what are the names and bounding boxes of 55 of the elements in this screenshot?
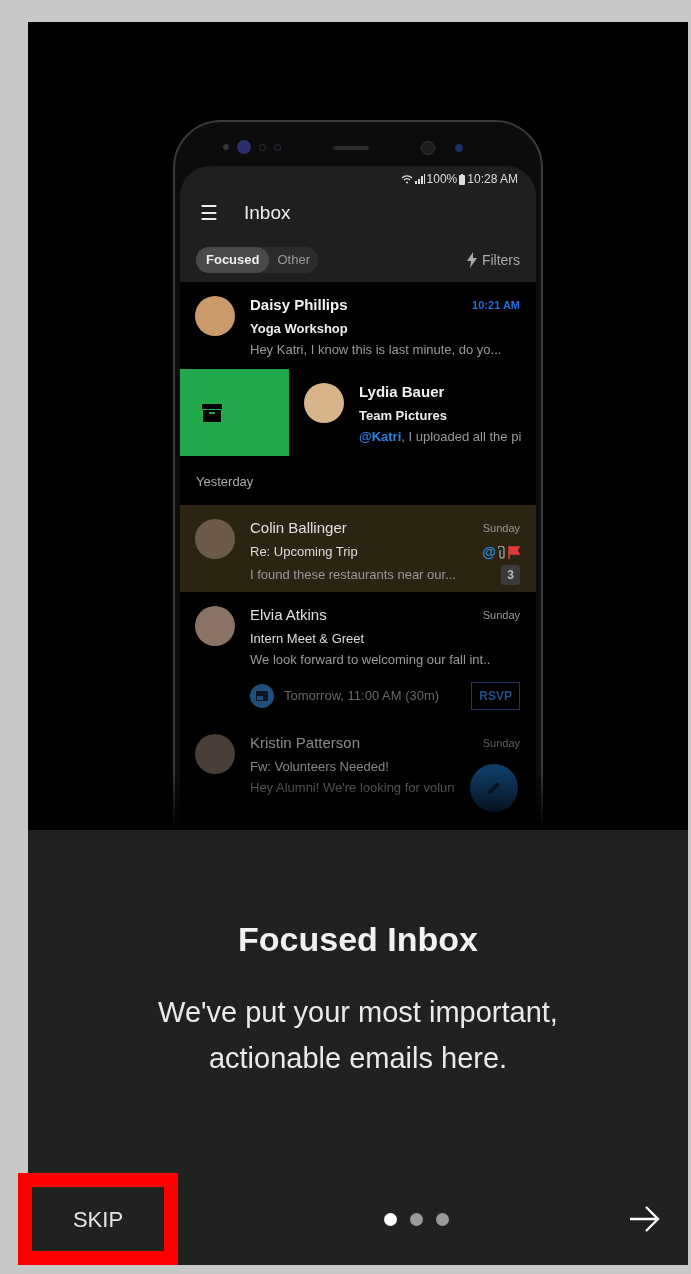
mail-subject: Intern Meet & Greet — [250, 629, 365, 648]
tab[interactable]: Other — [269, 247, 318, 273]
mail-subject: Fw: Volunteers Needed! — [250, 757, 389, 776]
avatar — [195, 606, 235, 646]
event-time: Tomorrow, 11:00 AM (30m) — [284, 686, 440, 705]
mail-preview: @Katri, I uploaded all the pi — [359, 428, 522, 446]
archive-action[interactable] — [180, 369, 289, 456]
mail-row[interactable]: Lydia Bauer Team Pictures @Katri, I uploaded all the pi — [180, 369, 536, 459]
archive-icon — [202, 403, 222, 422]
signal-icon — [414, 174, 425, 184]
sender-name: Colin Ballinger — [250, 518, 347, 538]
sender-name: Daisy Phillips — [250, 295, 348, 315]
onboarding-description: We've put your most important, actionable emails here. — [157, 995, 559, 1076]
onboarding-title: Focused Inbox — [238, 919, 478, 960]
mail-time: 10:21 AM — [472, 298, 520, 313]
camera-icon — [421, 141, 435, 155]
wifi-icon — [400, 174, 413, 184]
calendar-icon — [250, 683, 274, 708]
sensor-icon — [223, 144, 229, 150]
mail-preview: We look forward to welcoming our fall int.. — [250, 651, 491, 669]
mail-preview: Hey Katri, I know this is last minute, do yo... — [250, 341, 502, 359]
mail-subject: Re: Upcoming Trip — [250, 543, 358, 562]
pencil-icon — [486, 780, 502, 796]
mention-icon: @ — [482, 541, 496, 563]
mail-row[interactable]: Daisy Phillips 10:21 AM Yoga Workshop Hey Katri, I know this is last minute, do yo... — [180, 282, 536, 369]
sender-name: Kristin Patterson — [250, 733, 361, 753]
camera-icon — [237, 140, 251, 154]
speaker-grille — [333, 146, 369, 150]
thread-count: 3 — [501, 564, 520, 585]
tab[interactable]: Focused — [196, 247, 270, 273]
mail-preview: I found these restaurants near our... — [250, 565, 456, 584]
mail-subject: Team Pictures — [359, 406, 447, 425]
filters-button[interactable]: Filters — [466, 249, 520, 271]
mail-row[interactable]: Colin Ballinger Sunday Re: Upcoming Trip @ I found these restaurants near our... 3 — [180, 505, 536, 592]
mail-row[interactable]: Kristin Patterson Sunday Fw: Volunteers Needed! Hey Alumni! We're looking for volun — [180, 720, 536, 807]
menu-icon[interactable]: ☰ — [200, 203, 218, 223]
mail-subject: Yoga Workshop — [250, 319, 348, 338]
inbox-title: Inbox — [244, 200, 291, 225]
mail-time: Sunday — [482, 521, 520, 536]
mail-row[interactable]: Elvia Atkins Sunday Intern Meet & Greet We look forward to welcoming our fall int.. Tomorrow, 11:00 AM (30m) RSVP — [180, 592, 536, 720]
status-time: 10:28 AM — [467, 171, 518, 188]
avatar — [304, 383, 344, 423]
battery-icon — [459, 173, 466, 185]
mail-time: Sunday — [482, 736, 520, 751]
arrow-right-icon[interactable] — [628, 1205, 660, 1233]
avatar — [195, 296, 235, 336]
mail-time: Sunday — [482, 608, 520, 623]
sender-name: Elvia Atkins — [250, 605, 327, 625]
avatar — [195, 519, 235, 559]
lightning-icon — [466, 252, 477, 268]
mail-preview: Hey Alumni! We're looking for volun — [250, 779, 455, 797]
section-header: Yesterday — [196, 473, 254, 492]
battery-level: 100% — [426, 171, 458, 188]
sensor-icon — [455, 144, 463, 152]
sender-name: Lydia Bauer — [359, 382, 445, 402]
